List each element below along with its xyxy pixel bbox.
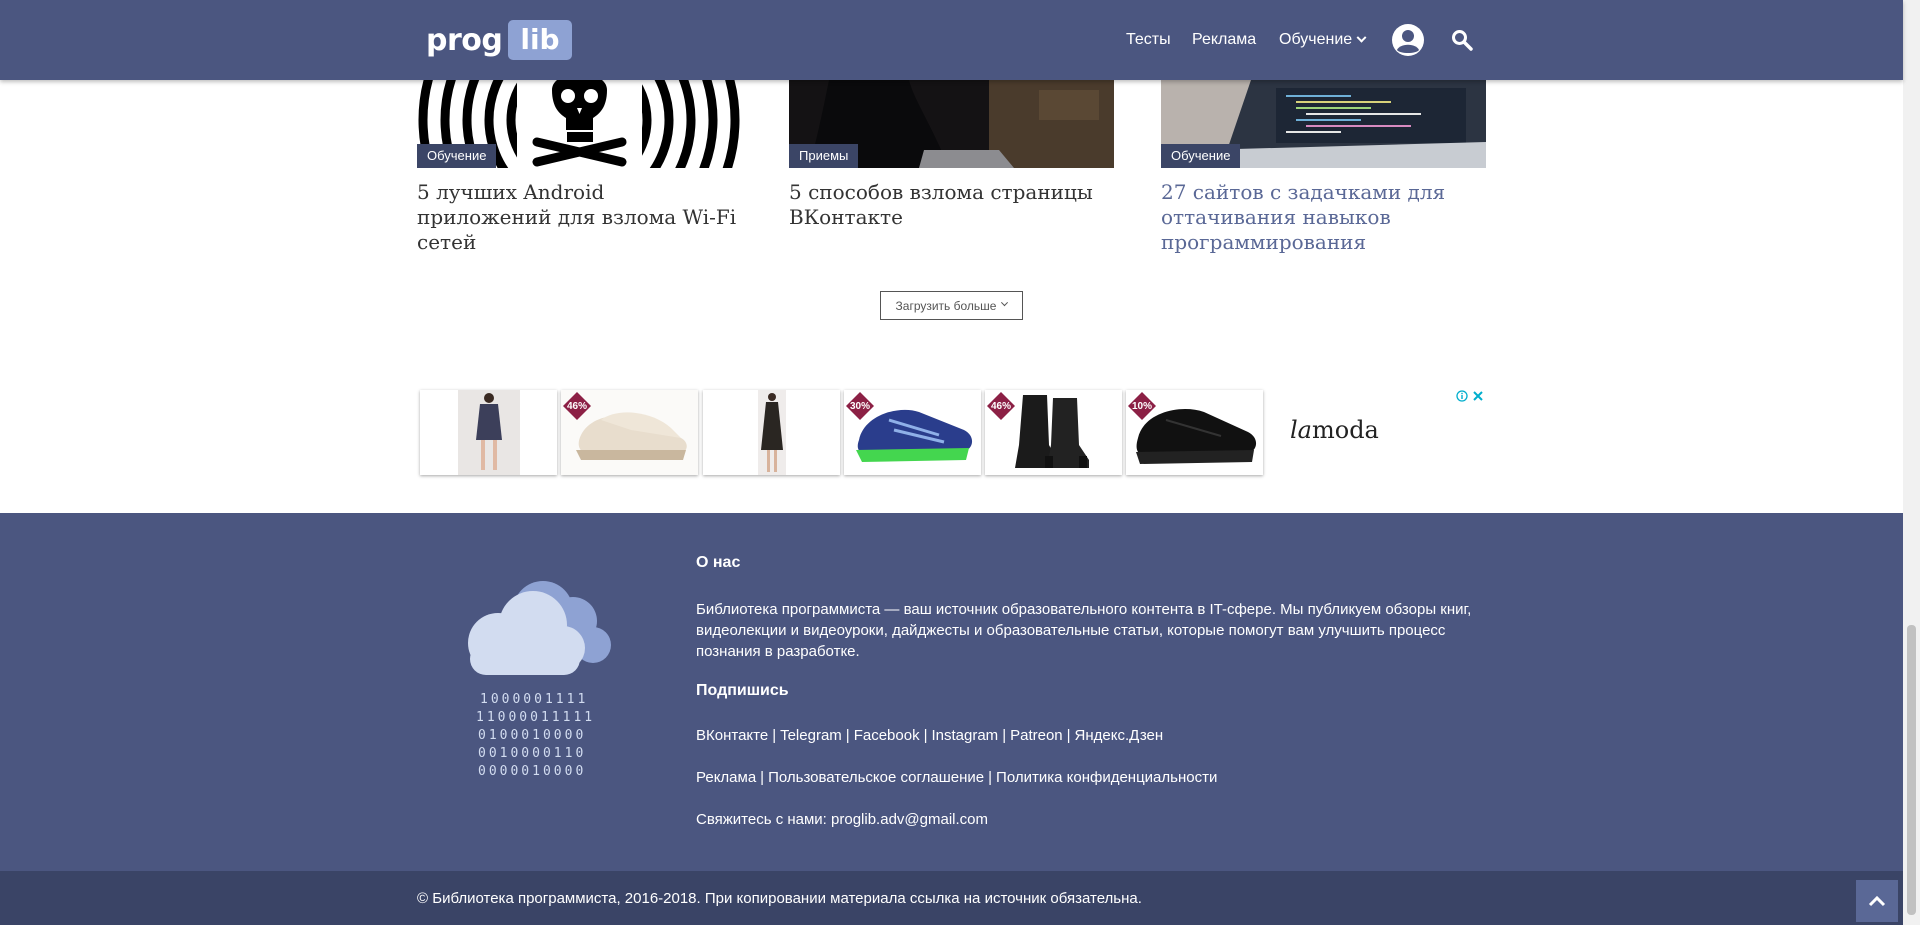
ad-product-running-shoe[interactable]: 30% bbox=[844, 390, 981, 475]
about-heading: О нас bbox=[696, 554, 741, 571]
copyright-text: © Библиотека программиста, 2016-2018. Пр… bbox=[417, 890, 1142, 907]
info-links: Реклама | Пользовательское соглашение | Поли… bbox=[696, 769, 1218, 786]
link-advertising[interactable]: Реклама bbox=[696, 769, 756, 786]
cloud-binary-logo: 1000001111 11000011111 0100010000 001000… bbox=[468, 581, 611, 783]
social-links: ВКонтакте | Telegram | Facebook | Instagram | Pa… bbox=[696, 727, 1164, 744]
article-title[interactable]: 5 лучших Android приложений для взлома W… bbox=[417, 180, 742, 255]
binary-line: 0100010000 bbox=[478, 728, 586, 743]
site-header: prog lib Тесты Реклама Обучение bbox=[0, 0, 1903, 80]
binary-line: 1000001111 bbox=[480, 692, 588, 707]
user-account-icon[interactable] bbox=[1392, 24, 1424, 56]
chevron-down-icon bbox=[1356, 32, 1367, 43]
brand-rest: moda bbox=[1311, 416, 1379, 444]
nav-ads[interactable]: Реклама bbox=[1192, 0, 1256, 80]
link-user-agreement[interactable]: Пользовательское соглашение bbox=[768, 769, 984, 786]
site-footer: 1000001111 11000011111 0100010000 001000… bbox=[0, 513, 1903, 871]
load-more-button[interactable]: Загрузить больше bbox=[880, 291, 1023, 320]
nav-tests[interactable]: Тесты bbox=[1126, 0, 1171, 80]
link-facebook[interactable]: Facebook bbox=[854, 727, 920, 744]
nav-learn-dropdown[interactable]: Обучение bbox=[1279, 0, 1367, 80]
chevron-down-icon bbox=[1001, 299, 1009, 307]
nav-ads-label[interactable]: Реклама bbox=[1192, 31, 1256, 49]
ad-close-icon[interactable] bbox=[1472, 390, 1484, 402]
link-vkontakte[interactable]: ВКонтакте bbox=[696, 727, 768, 744]
binary-line: 0100001110 bbox=[478, 782, 586, 783]
category-tag[interactable]: Приемы bbox=[789, 144, 859, 168]
binary-line: 11000011111 bbox=[476, 710, 595, 725]
load-more-label: Загрузить больше bbox=[895, 298, 997, 313]
page-scrollbar[interactable] bbox=[1903, 0, 1920, 925]
binary-line: 0000010000 bbox=[478, 764, 586, 779]
link-telegram[interactable]: Telegram bbox=[780, 727, 842, 744]
category-tag[interactable]: Обучение bbox=[1161, 144, 1241, 168]
dress-image bbox=[758, 390, 786, 475]
binary-line: 0010000110 bbox=[478, 746, 586, 761]
ad-controls bbox=[1456, 390, 1486, 404]
ad-product-sneakers[interactable]: 46% bbox=[561, 390, 698, 475]
logo-prog-text: prog bbox=[426, 22, 503, 58]
nav-tests-label[interactable]: Тесты bbox=[1126, 31, 1171, 49]
dress-image bbox=[458, 390, 520, 475]
nav-learn-label[interactable]: Обучение bbox=[1279, 31, 1352, 49]
ad-product-dress[interactable] bbox=[420, 390, 557, 475]
article-title[interactable]: 27 сайтов с задачками для оттачивания на… bbox=[1161, 180, 1486, 255]
category-tag[interactable]: Обучение bbox=[417, 144, 497, 168]
link-privacy-policy[interactable]: Политика конфиденциальности bbox=[996, 769, 1217, 786]
ad-banner[interactable]: 46% 30% 46% 10% lamoda bbox=[420, 390, 1486, 475]
ad-product-black-sneakers[interactable]: 10% bbox=[1126, 390, 1263, 475]
ad-brand-logo[interactable]: lamoda bbox=[1290, 416, 1379, 444]
copyright-bar: © Библиотека программиста, 2016-2018. Пр… bbox=[0, 871, 1903, 925]
scroll-to-top-button[interactable] bbox=[1856, 880, 1898, 922]
link-yandex-zen[interactable]: Яндекс.Дзен bbox=[1075, 727, 1164, 744]
link-patreon[interactable]: Patreon bbox=[1010, 727, 1063, 744]
article-image[interactable]: Обучение bbox=[417, 80, 742, 168]
article-title[interactable]: 5 способов взлома страницы ВКонтакте bbox=[789, 180, 1114, 230]
ad-info-icon[interactable] bbox=[1456, 390, 1468, 402]
chevron-up-icon bbox=[1868, 895, 1886, 907]
ad-product-dress-2[interactable] bbox=[703, 390, 840, 475]
subscribe-heading: Подпишись bbox=[696, 682, 789, 699]
scrollbar-thumb[interactable] bbox=[1907, 625, 1916, 915]
search-icon[interactable] bbox=[1451, 29, 1473, 51]
ad-product-boots[interactable]: 46% bbox=[985, 390, 1122, 475]
brand-italic: la bbox=[1290, 416, 1312, 444]
link-instagram[interactable]: Instagram bbox=[931, 727, 998, 744]
article-image[interactable]: Приемы bbox=[789, 80, 1114, 168]
site-logo[interactable]: prog lib bbox=[426, 20, 572, 60]
article-image[interactable]: Обучение bbox=[1161, 80, 1486, 168]
contact-line: Свяжитесь с нами: proglib.adv@gmail.com bbox=[696, 811, 988, 828]
logo-lib-badge: lib bbox=[508, 20, 572, 60]
contact-email-link[interactable]: proglib.adv@gmail.com bbox=[831, 811, 988, 828]
about-text: Библиотека программиста — ваш источник о… bbox=[696, 601, 1472, 660]
contact-label: Свяжитесь с нами: bbox=[696, 811, 827, 828]
